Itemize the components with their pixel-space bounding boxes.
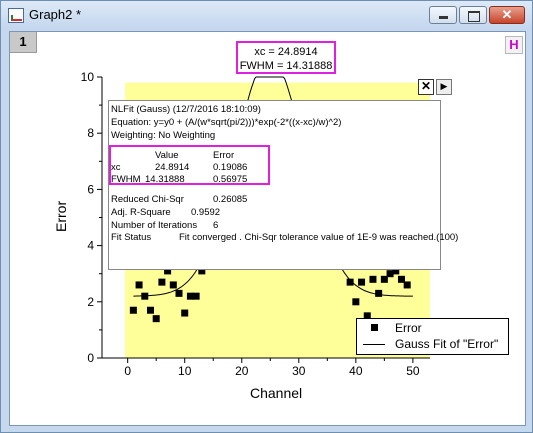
fit-report-close-icon[interactable]: ✕: [418, 79, 434, 95]
data-point: [369, 275, 377, 283]
data-point: [192, 292, 200, 300]
legend-label: Gauss Fit of "Error": [395, 337, 499, 351]
xc-label: xc = 24.8914: [254, 46, 318, 58]
fit-equation: Equation: y=y0 + (A/(w*sqrt(pi/2)))*exp(…: [111, 117, 342, 128]
y-tick-label: 2: [87, 295, 94, 309]
iterations-label: Number of Iterations: [111, 220, 198, 231]
data-point: [403, 281, 411, 289]
close-button[interactable]: ✕: [489, 6, 525, 24]
data-point: [135, 281, 143, 289]
iterations-value: 6: [213, 220, 219, 231]
x-tick-label: 50: [406, 364, 420, 378]
x-tick-label: 40: [349, 364, 363, 378]
square-marker-icon: [371, 324, 378, 331]
x-tick-label: 30: [292, 364, 306, 378]
x-tick-label: 0: [124, 364, 131, 378]
data-point: [158, 278, 166, 286]
line-icon: [363, 344, 385, 345]
data-point: [152, 315, 160, 323]
data-point: [169, 281, 177, 289]
data-point: [358, 278, 366, 286]
fit-parameter-label[interactable]: xc = 24.8914 FWHM = 14.31888: [236, 41, 336, 74]
adj-rsquare-value: 0.9592: [191, 207, 221, 218]
data-point: [129, 306, 137, 314]
fit-weighting: Weighting: No Weighting: [111, 130, 216, 141]
fit-status-label: Fit Status: [111, 232, 152, 243]
fit-header: NLFit (Gauss) (12/7/2016 18:10:09): [111, 104, 261, 115]
legend-item-error: Error: [357, 320, 508, 337]
close-icon: ✕: [501, 7, 513, 22]
fit-report-table[interactable]: NLFit (Gauss) (12/7/2016 18:10:09) Equat…: [108, 100, 458, 270]
legend-label: Error: [395, 321, 422, 335]
minimize-icon: [439, 16, 448, 19]
maximize-button[interactable]: [459, 6, 487, 24]
title-bar[interactable]: Graph2 * ✕: [1, 1, 532, 29]
data-point: [146, 306, 154, 314]
data-point: [181, 309, 189, 317]
y-tick-label: 0: [87, 351, 94, 365]
y-tick-label: 4: [87, 239, 94, 253]
legend-item-fit: Gauss Fit of "Error": [357, 336, 508, 353]
fwhm-label: FWHM = 14.31888: [239, 60, 333, 72]
y-tick-label: 6: [87, 182, 94, 196]
data-point: [375, 289, 383, 297]
graph-icon: [8, 8, 24, 23]
graph-window: Graph2 * ✕ 1 H 0 10 20 30 40 50 0 2 4 6 8 10 xc = 2…: [0, 0, 533, 433]
parameter-highlight-box: [109, 145, 270, 185]
data-point: [141, 292, 149, 300]
graph-page[interactable]: 1 H 0 10 20 30 40 50 0 2 4 6 8 10 xc = 24.8914 FWHM…: [9, 31, 526, 426]
maximize-icon: [468, 11, 480, 22]
y-axis-title[interactable]: Error: [53, 201, 69, 232]
fit-status-value: Fit converged . Chi-Sqr tolerance value …: [179, 232, 459, 243]
x-axis-title[interactable]: Channel: [250, 385, 302, 401]
reduced-chisqr-value: 0.26085: [213, 194, 248, 205]
data-point: [175, 289, 183, 297]
adj-rsquare-label: Adj. R-Square: [111, 207, 171, 218]
minimize-button[interactable]: [429, 6, 457, 24]
chart-legend[interactable]: Error Gauss Fit of "Error": [356, 318, 509, 355]
data-point: [346, 278, 354, 286]
y-tick-label: 10: [81, 70, 95, 84]
x-tick-label: 10: [178, 364, 192, 378]
reduced-chisqr-label: Reduced Chi-Sqr: [111, 194, 184, 205]
x-tick-label: 20: [235, 364, 249, 378]
data-point: [352, 298, 360, 306]
fit-report-expand-icon[interactable]: ▶: [436, 79, 452, 95]
y-tick-label: 8: [87, 126, 94, 140]
window-title: Graph2 *: [29, 7, 82, 22]
